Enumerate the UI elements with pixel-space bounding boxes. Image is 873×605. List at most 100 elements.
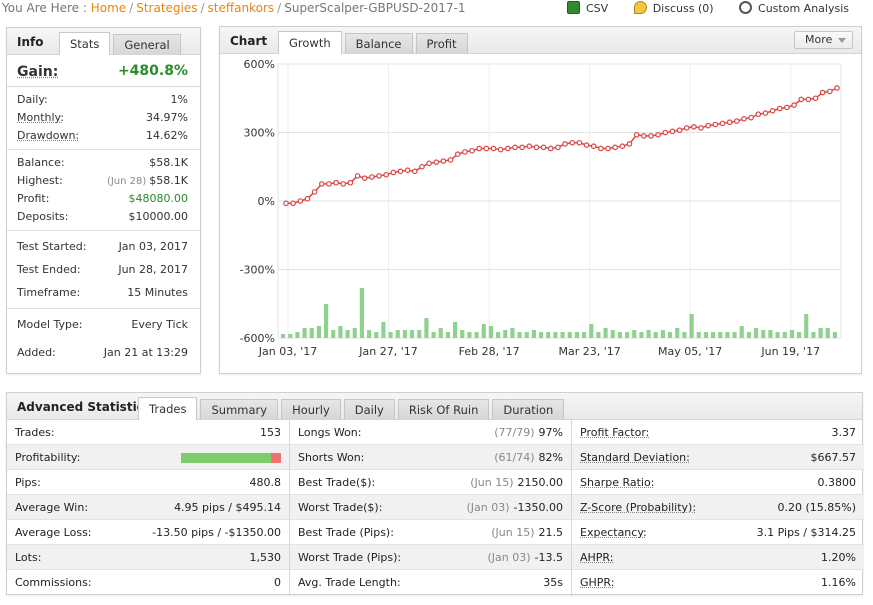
growth-point xyxy=(369,174,375,180)
stat-row: Test Started: Jan 03, 2017 xyxy=(7,235,200,258)
row-label: GHPR: xyxy=(580,576,615,589)
stat-row: Added: Jan 21 at 13:29 xyxy=(7,341,200,364)
table-row: GHPR: 1.16% xyxy=(572,570,864,595)
growth-point xyxy=(726,119,733,126)
profitability-bar-fill xyxy=(181,453,271,463)
chart-tabs: Growth Balance Profit xyxy=(278,31,471,54)
stat-label: Daily: xyxy=(17,93,48,106)
growth-point xyxy=(361,175,368,181)
csv-button[interactable]: CSV xyxy=(567,1,608,15)
tab-risk-of-ruin[interactable]: Risk Of Ruin xyxy=(397,399,490,420)
growth-point xyxy=(576,139,583,146)
stat-value: Jan 21 at 13:29 xyxy=(103,346,188,359)
growth-point xyxy=(562,141,568,147)
growth-point xyxy=(404,167,411,173)
volume-bar xyxy=(438,328,443,338)
volume-bar xyxy=(324,304,329,338)
row-label: Average Loss: xyxy=(15,526,92,539)
volume-bar xyxy=(739,326,744,338)
volume-bar xyxy=(288,334,293,338)
tab-summary[interactable]: Summary xyxy=(200,399,279,420)
growth-point xyxy=(748,114,754,121)
row-value: (77/79) 97% xyxy=(494,420,563,445)
stat-label: Test Ended: xyxy=(17,263,81,276)
breadcrumb-home[interactable]: Home xyxy=(91,1,126,15)
stat-label: Timeframe: xyxy=(17,286,81,299)
volume-bar xyxy=(281,334,286,338)
tab-general[interactable]: General xyxy=(113,34,181,55)
comment-icon xyxy=(633,1,647,14)
tab-growth[interactable]: Growth xyxy=(278,31,342,54)
volume-bar xyxy=(797,332,802,338)
gain-label: Gain: xyxy=(17,64,59,80)
volume-bar xyxy=(660,330,665,338)
growth-point xyxy=(283,200,289,207)
volume-bar xyxy=(675,328,680,338)
more-label: More xyxy=(805,33,833,46)
volume-bar xyxy=(711,332,716,338)
volume-bar xyxy=(832,332,837,338)
breadcrumb-current: SuperScalper-GBPUSD-2017-1 xyxy=(284,1,466,15)
row-value: -13.50 pips / -$1350.00 xyxy=(152,526,281,539)
gain-row: Gain: +480.8% xyxy=(7,55,200,87)
growth-point xyxy=(691,123,697,130)
growth-point xyxy=(812,95,819,102)
volume-bar xyxy=(488,326,493,338)
y-tick-label: 600% xyxy=(244,58,275,71)
growth-point xyxy=(640,133,647,139)
volume-bar xyxy=(574,332,579,338)
advanced-tabs: Trades Summary Hourly Daily Risk Of Ruin Dura… xyxy=(138,397,567,420)
growth-point xyxy=(719,120,726,127)
table-row: Profitability: xyxy=(7,445,289,470)
volume-bar xyxy=(589,324,594,338)
tab-trades[interactable]: Trades xyxy=(138,397,198,420)
more-dropdown[interactable]: More xyxy=(794,31,853,49)
row-label: Trades: xyxy=(15,426,55,439)
tab-stats[interactable]: Stats xyxy=(59,32,111,55)
growth-point xyxy=(383,171,389,178)
table-row: Longs Won: (77/79) 97% xyxy=(290,420,571,445)
gain-value: +480.8% xyxy=(117,63,188,79)
growth-point xyxy=(440,158,447,164)
table-row: Average Win: 4.95 pips / $495.14 xyxy=(7,495,289,520)
custom-analysis-button[interactable]: Custom Analysis xyxy=(739,1,849,15)
y-tick-label: -300% xyxy=(240,264,275,277)
stat-row: Profit: $48080.00 xyxy=(7,190,200,208)
stat-value: Jan 03, 2017 xyxy=(118,240,188,253)
row-amount: -1350.00 xyxy=(513,501,563,514)
breadcrumb-strategies[interactable]: Strategies xyxy=(136,1,197,15)
top-actions: CSV Discuss (0) Custom Analysis xyxy=(545,1,849,15)
growth-point xyxy=(626,141,633,147)
volume-bar xyxy=(754,328,759,338)
discuss-button[interactable]: Discuss (0) xyxy=(633,1,714,15)
growth-point xyxy=(819,89,826,96)
growth-point xyxy=(318,181,325,187)
excel-icon xyxy=(567,1,580,14)
volume-bar xyxy=(395,330,400,338)
y-tick-label: 0% xyxy=(258,195,275,208)
growth-point xyxy=(519,144,525,151)
breadcrumb-user[interactable]: steffankors xyxy=(208,1,275,15)
growth-chart: 600% 300% 0% -300% -600%Jan 03, '17 Jan 27, '… xyxy=(240,58,842,358)
growth-point xyxy=(533,144,540,151)
volume-bar xyxy=(331,330,336,338)
row-label: Z-Score (Probability): xyxy=(580,501,697,514)
tab-profit[interactable]: Profit xyxy=(415,33,468,54)
volume-bar xyxy=(825,328,830,338)
growth-point xyxy=(447,157,454,163)
tab-hourly[interactable]: Hourly xyxy=(281,399,341,420)
tab-balance[interactable]: Balance xyxy=(344,33,413,54)
stat-value: $48080.00 xyxy=(128,192,189,205)
volume-bar xyxy=(517,332,522,338)
volume-bar xyxy=(625,332,630,338)
y-tick-label: -600% xyxy=(240,332,275,345)
table-row: Best Trade($): (Jun 15) 2150.00 xyxy=(290,470,571,495)
tab-daily[interactable]: Daily xyxy=(343,399,395,420)
volume-bar xyxy=(668,332,673,338)
tab-duration[interactable]: Duration xyxy=(492,399,565,420)
volume-bar xyxy=(381,322,386,338)
stat-value: Every Tick xyxy=(131,318,188,331)
stat-value: (Jun 28) $58.1K xyxy=(107,172,188,191)
volume-bar xyxy=(496,332,501,338)
stats-column-2: Longs Won: (77/79) 97% Shorts Won: (61/74) 8… xyxy=(290,420,572,596)
